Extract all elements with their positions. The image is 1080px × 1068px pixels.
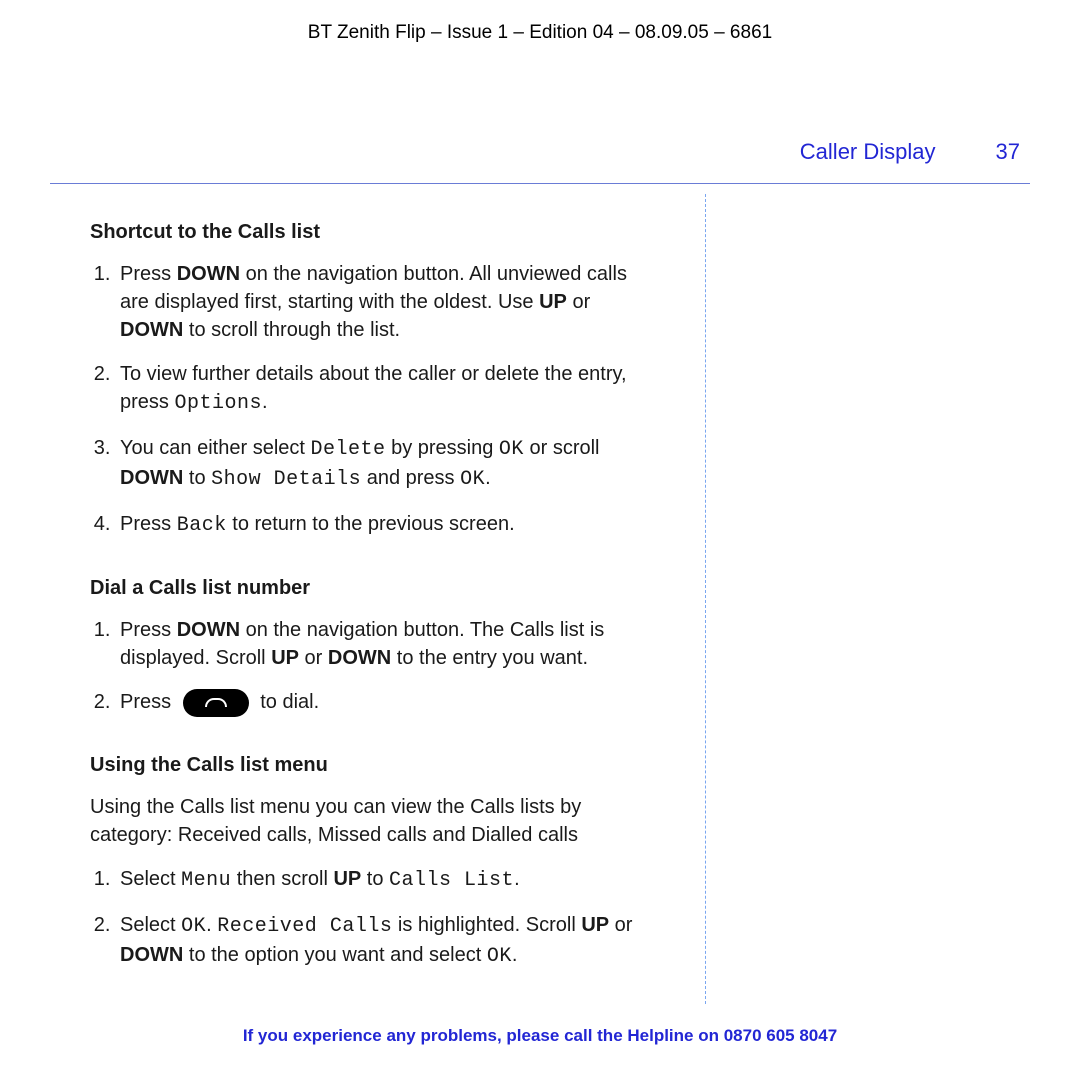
ui-label-back: Back	[177, 514, 227, 537]
text: You can either select	[120, 437, 311, 459]
text: Press	[120, 691, 177, 713]
list-item: Press Back to return to the previous scr…	[116, 510, 636, 540]
text: .	[206, 914, 217, 936]
text: Press	[120, 619, 177, 641]
key-down: DOWN	[177, 619, 240, 641]
side-column-empty	[658, 184, 1030, 1005]
ui-label-show-details: Show Details	[211, 468, 361, 491]
ui-label-received-calls: Received Calls	[217, 915, 392, 938]
key-up: UP	[539, 291, 567, 313]
ui-label-calls-list: Calls List	[389, 869, 514, 892]
key-down: DOWN	[120, 467, 183, 489]
ui-label-options: Options	[174, 392, 262, 415]
page-number: 37	[996, 137, 1020, 168]
helpline-footer: If you experience any problems, please c…	[0, 1024, 1080, 1048]
heading-dial: Dial a Calls list number	[90, 574, 636, 602]
key-up: UP	[581, 914, 609, 936]
text: Select	[120, 914, 181, 936]
text: and press	[361, 467, 460, 489]
list-item: Press to dial.	[116, 688, 636, 717]
text: Press	[120, 513, 177, 535]
ui-label-ok: OK	[499, 438, 524, 461]
text: to	[361, 868, 389, 890]
content-columns: Shortcut to the Calls list Press DOWN on…	[50, 184, 1030, 1005]
text: Press	[120, 263, 177, 285]
text: by pressing	[386, 437, 499, 459]
column-divider	[705, 194, 706, 1004]
call-button-icon	[183, 689, 249, 717]
text: .	[514, 868, 520, 890]
manual-page: BT Zenith Flip – Issue 1 – Edition 04 – …	[0, 0, 1080, 1068]
text: .	[262, 391, 268, 413]
key-down: DOWN	[328, 647, 391, 669]
text: or	[299, 647, 328, 669]
text: or	[567, 291, 590, 313]
text: to	[183, 467, 211, 489]
text: to the entry you want.	[391, 647, 588, 669]
list-shortcut: Press DOWN on the navigation button. All…	[90, 260, 636, 540]
key-down: DOWN	[120, 319, 183, 341]
list-dial: Press DOWN on the navigation button. The…	[90, 616, 636, 717]
key-down: DOWN	[177, 263, 240, 285]
heading-menu: Using the Calls list menu	[90, 751, 636, 779]
list-item: Select OK. Received Calls is highlighted…	[116, 911, 636, 971]
list-item: Press DOWN on the navigation button. The…	[116, 616, 636, 672]
section-header: Caller Display 37	[50, 137, 1030, 185]
text: to dial.	[255, 691, 319, 713]
text: .	[485, 467, 491, 489]
list-item: You can either select Delete by pressing…	[116, 434, 636, 494]
text: or	[609, 914, 632, 936]
footer-text: If you experience any problems, please c…	[243, 1026, 724, 1045]
text: to the option you want and select	[183, 944, 487, 966]
section-title: Caller Display	[800, 137, 936, 168]
list-menu: Select Menu then scroll UP to Calls List…	[90, 865, 636, 971]
text: or scroll	[524, 437, 600, 459]
heading-shortcut: Shortcut to the Calls list	[90, 218, 636, 246]
key-down: DOWN	[120, 944, 183, 966]
text: is highlighted. Scroll	[392, 914, 581, 936]
ui-label-ok: OK	[460, 468, 485, 491]
list-item: Select Menu then scroll UP to Calls List…	[116, 865, 636, 895]
ui-label-ok: OK	[181, 915, 206, 938]
text: .	[512, 944, 518, 966]
key-up: UP	[271, 647, 299, 669]
ui-label-ok: OK	[487, 945, 512, 968]
text: Select	[120, 868, 181, 890]
main-column: Shortcut to the Calls list Press DOWN on…	[50, 184, 658, 1005]
menu-intro-paragraph: Using the Calls list menu you can view t…	[90, 793, 636, 849]
footer-phone-number: 0870 605 8047	[724, 1026, 837, 1045]
document-id-header: BT Zenith Flip – Issue 1 – Edition 04 – …	[50, 20, 1030, 47]
text: then scroll	[231, 868, 333, 890]
text: to return to the previous screen.	[227, 513, 515, 535]
ui-label-delete: Delete	[311, 438, 386, 461]
list-item: To view further details about the caller…	[116, 360, 636, 418]
ui-label-menu: Menu	[181, 869, 231, 892]
text: to scroll through the list.	[183, 319, 400, 341]
list-item: Press DOWN on the navigation button. All…	[116, 260, 636, 344]
key-up: UP	[333, 868, 361, 890]
